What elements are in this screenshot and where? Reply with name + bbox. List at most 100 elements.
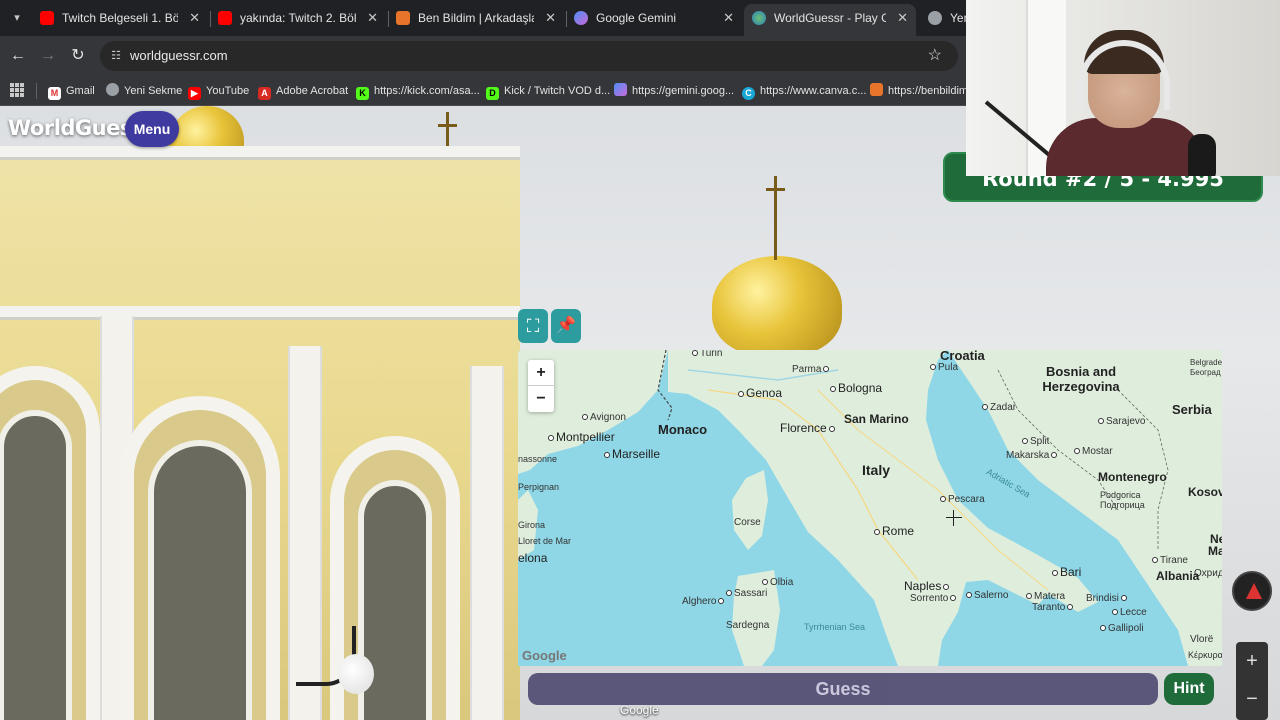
close-tab-icon[interactable]: ✕	[723, 4, 734, 32]
browser-tab[interactable]: yakında: Twitch 2. Bölüm - ✕	[210, 4, 386, 32]
hint-button[interactable]: Hint	[1164, 673, 1214, 705]
map-label-city: Belgrade Београд	[1190, 358, 1222, 377]
youtube-icon	[40, 11, 54, 25]
map-zoom-control: + −	[528, 360, 554, 412]
bookmark-benbildim[interactable]: https://benbildim...	[870, 76, 977, 106]
back-arrow-icon[interactable]: ←	[6, 44, 30, 68]
chrome-icon	[106, 83, 119, 96]
map-label-city: Zadar	[982, 402, 1016, 413]
browser-tab[interactable]: Twitch Belgeseli 1. Bölüm - ✕	[32, 4, 208, 32]
arched-window	[0, 366, 100, 720]
map-label-country: Albania	[1156, 569, 1200, 583]
canva-icon: C	[742, 87, 755, 100]
map-label-sea: Tyrrhenian Sea	[804, 622, 866, 632]
tab-title: Google Gemini	[596, 11, 677, 25]
map-label-city: Salerno	[966, 590, 1008, 601]
map-label-city: Matera	[1026, 591, 1065, 602]
browser-tab[interactable]: Ben Bildim | Arkadaşlarınla ✕	[388, 4, 564, 32]
map-label-city: Bologna	[830, 381, 882, 395]
map-label-city: Parma	[792, 364, 831, 375]
bookmark-new-tab[interactable]: Yeni Sekme	[106, 76, 182, 106]
map-label-region: Corse	[734, 517, 761, 528]
close-tab-icon[interactable]: ✕	[189, 4, 200, 32]
map-label-city: Bari	[1052, 565, 1081, 579]
map-label-country: Kosovo	[1188, 485, 1222, 499]
tab-title: Twitch Belgeseli 1. Bölüm -	[62, 11, 178, 25]
streetview-zoom-out-icon[interactable]: −	[1236, 680, 1268, 718]
bookmark-star-icon[interactable]: ☆	[928, 41, 942, 71]
acrobat-icon: A	[258, 87, 271, 100]
webcam-overlay	[966, 0, 1280, 176]
map-label-city: Pula	[930, 362, 958, 373]
close-tab-icon[interactable]: ✕	[897, 4, 908, 32]
bookmark-label: Kick / Twitch VOD d...	[504, 85, 611, 97]
bookmark-canva[interactable]: Chttps://www.canva.c...	[742, 76, 866, 106]
map-zoom-out-button[interactable]: −	[528, 386, 554, 412]
map-label-city: Sorrento	[910, 593, 958, 604]
tab-title: WorldGuessr - Play Geogu	[774, 11, 886, 25]
map-expand-icon[interactable]: ⛶	[518, 309, 548, 343]
browser-tab[interactable]: Yeni	[920, 4, 970, 32]
map-label-city: Montpellier	[548, 430, 615, 444]
bookmark-gmail[interactable]: M Gmail	[48, 76, 95, 106]
bookmark-youtube[interactable]: ▶ YouTube	[188, 76, 249, 106]
bookmark-label: https://kick.com/asa...	[374, 85, 480, 97]
screen: ▾ Twitch Belgeseli 1. Bölüm - ✕ yakında:…	[0, 0, 1280, 720]
close-tab-icon[interactable]: ✕	[545, 4, 556, 32]
map-label-city: Naples	[904, 579, 951, 593]
reload-icon[interactable]: ↻	[66, 44, 90, 68]
google-streetview-brand: Google	[620, 703, 659, 717]
bookmark-vod[interactable]: D Kick / Twitch VOD d...	[486, 76, 610, 106]
dome-cross	[766, 176, 785, 260]
map-zoom-in-button[interactable]: +	[528, 360, 554, 386]
map-label-city: Lloret de Mar	[518, 536, 572, 546]
map-label-city: Perpignan	[518, 482, 560, 492]
tab-search-icon[interactable]: ▾	[6, 8, 28, 28]
benbildim-icon	[870, 83, 883, 96]
bookmark-kick[interactable]: Khttps://kick.com/asa...	[356, 76, 480, 106]
menu-button[interactable]: Menu	[125, 111, 179, 147]
map-pin-toggle-icon[interactable]: 📌	[551, 309, 581, 343]
forward-arrow-icon[interactable]: →	[36, 44, 60, 68]
map-label-city: Brindisi	[1086, 593, 1129, 604]
map-label-city: Охрид	[1194, 568, 1222, 579]
youtube-icon: ▶	[188, 87, 201, 100]
tab-title: yakında: Twitch 2. Bölüm -	[240, 11, 356, 25]
map-label-country: Montenegro	[1098, 470, 1167, 484]
globe-icon	[752, 11, 766, 25]
tab-title: Ben Bildim | Arkadaşlarınla	[418, 11, 534, 25]
map-label-city: Girona	[518, 520, 546, 530]
compass-icon[interactable]	[1232, 571, 1272, 611]
bookmark-label: Yeni Sekme	[124, 85, 183, 97]
guess-button[interactable]: Guess	[528, 673, 1158, 705]
map-label-country: Italy	[862, 462, 891, 478]
map-label-city: Gallipoli	[1100, 623, 1144, 634]
arched-window	[120, 396, 280, 720]
site-info-icon[interactable]: ☷	[108, 48, 124, 64]
map-label-country: San Marino	[844, 412, 909, 426]
map-label-city: Κέρκυρα	[1188, 650, 1222, 660]
map-label-city: Turin	[692, 350, 722, 359]
youtube-icon	[218, 11, 232, 25]
microphone	[1188, 134, 1216, 176]
lamp-globe	[338, 654, 374, 694]
cornice	[0, 306, 520, 320]
map-cursor-crosshair	[946, 510, 962, 526]
bookmark-label: https://www.canva.c...	[760, 85, 867, 97]
cornice	[0, 146, 520, 160]
golden-dome	[712, 256, 842, 356]
bookmark-acrobat[interactable]: A Adobe Acrobat	[258, 76, 348, 106]
browser-tab[interactable]: Google Gemini ✕	[566, 4, 742, 32]
guess-map[interactable]: + − Croatia Bosnia and Herzegovina Serbi…	[518, 350, 1222, 666]
bookmark-gemini[interactable]: https://gemini.goog...	[614, 76, 734, 106]
benbildim-icon	[396, 11, 410, 25]
address-bar[interactable]: ☷ worldguessr.com ☆	[100, 41, 958, 71]
map-label-city: Tirane	[1152, 555, 1188, 566]
bookmark-label: YouTube	[206, 85, 250, 97]
palace-facade	[0, 146, 520, 720]
close-tab-icon[interactable]: ✕	[367, 4, 378, 32]
apps-grid-icon[interactable]	[10, 83, 24, 97]
streetview-zoom-in-icon[interactable]: +	[1236, 642, 1268, 680]
gemini-icon	[614, 83, 627, 96]
browser-tab-active[interactable]: WorldGuessr - Play Geogu ✕	[744, 4, 916, 36]
